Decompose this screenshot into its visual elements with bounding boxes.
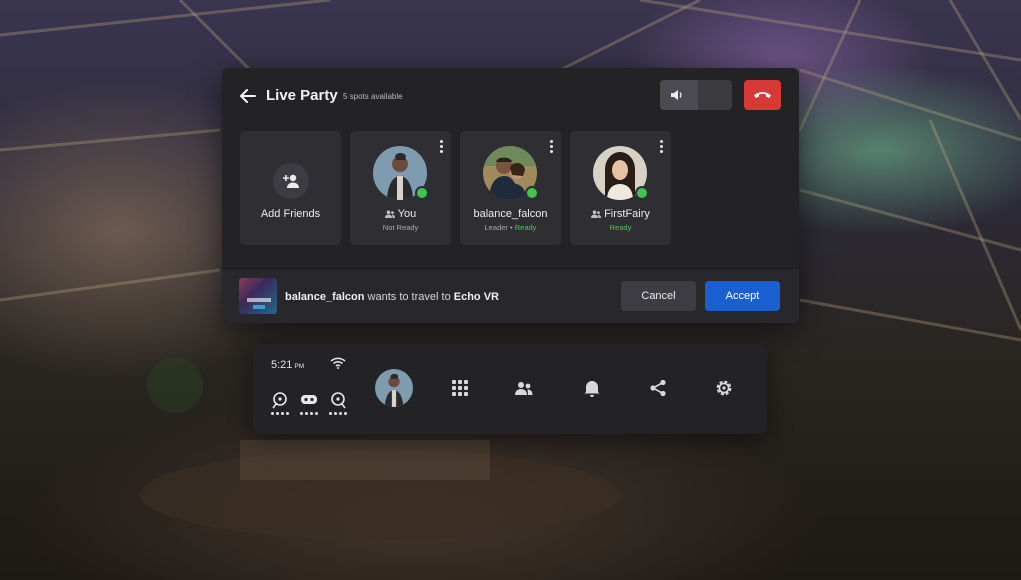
echo-vr-thumbnail [239,278,277,314]
clock: 5:21 PM [271,359,304,371]
member-name: You [397,208,417,220]
member-status: Ready [514,223,537,232]
invite-destination: Echo VR [453,291,499,303]
people-icon [384,210,395,218]
member-name: balance_falcon [473,208,548,220]
member-status: Not Ready [382,223,419,232]
add-friends-card[interactable]: Add Friends [240,131,341,245]
page-title: Live Party [266,87,338,104]
controller-right-icon [331,392,346,409]
member-status: Ready [609,223,632,232]
invite-user: balance_falcon [285,291,365,303]
speaker-icon [671,90,682,100]
travel-invite-bar: balance_falcon wants to travel to Echo V… [222,268,799,323]
member-card-you[interactable]: You Not Ready [350,131,451,245]
leave-party-button[interactable] [744,80,781,110]
back-arrow-icon[interactable] [238,86,258,106]
audio-volume-button[interactable] [660,80,732,110]
bell-icon[interactable] [582,378,602,398]
right-controller-status[interactable] [328,391,348,417]
member-card-balance-falcon[interactable]: balance_falcon Leader • Ready [460,131,561,245]
member-name-row: FirstFairy [570,208,671,220]
member-role: Leader [484,223,508,232]
member-name: FirstFairy [604,208,650,220]
member-name-row: balance_falcon [460,208,561,220]
headset-status[interactable] [299,391,319,417]
live-party-panel: Live Party 5 spots available Add Friends… [222,68,799,323]
clock-ampm: PM [294,363,305,370]
member-status-row: Leader • Ready [460,223,561,232]
cancel-button[interactable]: Cancel [621,281,696,311]
hang-up-icon [754,92,771,98]
headset-icon [301,395,317,404]
panel-header: Live Party 5 spots available [222,68,799,124]
travel-invite-message: balance_falcon wants to travel to Echo V… [285,291,499,303]
online-status-dot [525,186,539,200]
share-icon[interactable] [648,378,668,398]
spots-available-text: 5 spots available [343,92,403,101]
add-person-icon [283,174,299,188]
add-friends-button[interactable] [273,163,309,199]
profile-avatar-button[interactable] [375,369,413,407]
add-friends-label: Add Friends [260,208,321,220]
more-vert-icon[interactable] [658,140,664,156]
online-status-dot [415,186,429,200]
status-separator: • [510,223,513,232]
online-status-dot [635,186,649,200]
more-vert-icon[interactable] [548,140,554,156]
member-name-row: You [350,208,451,220]
invite-text: wants to travel to [364,291,454,303]
settings-icon[interactable] [714,378,734,398]
left-controller-status[interactable] [270,391,290,417]
social-icon[interactable] [514,378,534,398]
member-card-firstfairy[interactable]: FirstFairy Ready [570,131,671,245]
people-icon [591,210,602,218]
accept-button[interactable]: Accept [705,281,780,311]
clock-time: 5:21 [271,359,293,371]
controller-left-icon [272,392,287,409]
wifi-icon [330,357,346,369]
universal-menu-bar: 5:21 PM [253,344,767,434]
more-vert-icon[interactable] [438,140,444,156]
apps-grid-icon[interactable] [450,378,470,398]
